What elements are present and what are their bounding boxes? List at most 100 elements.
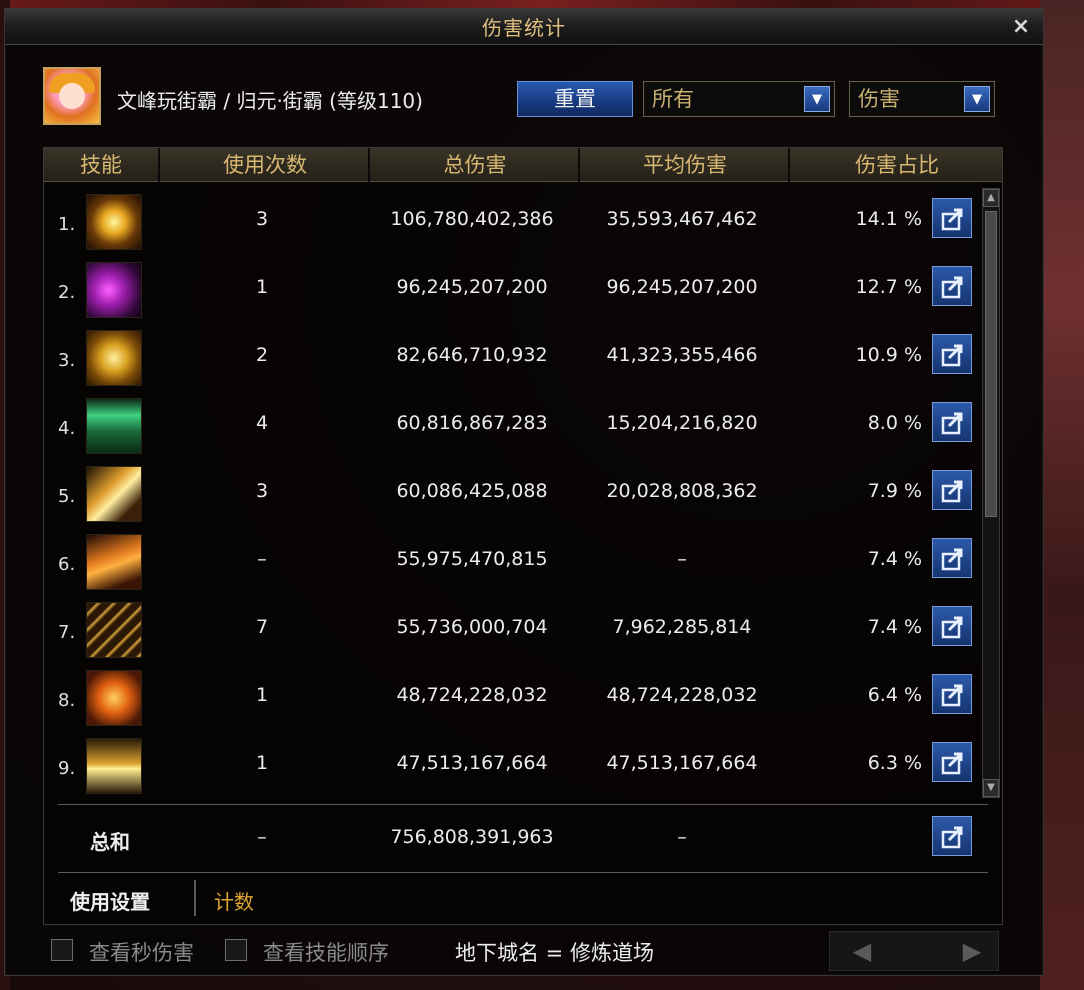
total-row: 总和 – 756,808,391,963 – (44, 810, 1002, 866)
damage-share-cell: 14.1 % (855, 208, 922, 230)
damage-share-cell: 8.0 % (867, 412, 922, 434)
column-header-skill: 技能 (44, 148, 160, 182)
total-damage-cell: 96,245,207,200 (396, 276, 548, 298)
damage-share-cell: 6.4 % (867, 684, 922, 706)
filter-dropdown-value: 所有 (652, 87, 694, 111)
share-icon[interactable] (932, 606, 972, 646)
total-damage-cell: 47,513,167,664 (396, 752, 548, 774)
table-row[interactable]: 4. 4 60,816,867,283 15,204,216,820 8.0 % (44, 396, 984, 464)
row-number: 5. (58, 486, 76, 507)
uses-cell: 7 (255, 616, 269, 638)
skill-icon (86, 330, 142, 386)
total-damage-cell: 60,086,425,088 (396, 480, 548, 502)
column-header-share: 伤害占比 (855, 153, 939, 177)
skill-order-checkbox-label[interactable]: 查看技能顺序 (263, 937, 389, 967)
average-damage-cell: 41,323,355,466 (606, 344, 758, 366)
scroll-thumb[interactable] (985, 211, 997, 517)
skill-order-checkbox[interactable] (225, 939, 247, 961)
table-row[interactable]: 8. 1 48,724,228,032 48,724,228,032 6.4 % (44, 668, 984, 736)
divider (58, 804, 988, 805)
share-icon[interactable] (932, 266, 972, 306)
column-header-total: 总伤害 (372, 148, 580, 182)
prev-page-icon[interactable]: ◀ (848, 937, 876, 965)
total-damage-cell: 55,975,470,815 (396, 548, 548, 570)
share-icon[interactable] (932, 742, 972, 782)
table-row[interactable]: 3. 2 82,646,710,932 41,323,355,466 10.9 … (44, 328, 984, 396)
column-header-average: 平均伤害 (582, 148, 790, 182)
table-row[interactable]: 9. 1 47,513,167,664 47,513,167,664 6.3 % (44, 736, 984, 804)
share-icon[interactable] (932, 538, 972, 578)
background-right (1040, 0, 1084, 990)
skill-icon (86, 602, 142, 658)
share-icon[interactable] (932, 816, 972, 856)
tab-separator (194, 880, 196, 916)
tab-count[interactable]: 计数 (214, 886, 254, 915)
skill-icon (86, 262, 142, 318)
uses-cell: 1 (255, 752, 269, 774)
uses-cell: 3 (255, 208, 269, 230)
close-icon[interactable]: × (1007, 13, 1035, 41)
row-number: 9. (58, 758, 76, 779)
share-icon[interactable] (932, 470, 972, 510)
chevron-down-icon[interactable]: ▼ (964, 86, 990, 112)
character-avatar (43, 67, 101, 125)
table-row[interactable]: 6. – 55,975,470,815 – 7.4 % (44, 532, 984, 600)
row-number: 3. (58, 350, 76, 371)
table-header: 技能 使用次数 总伤害 平均伤害 伤害占比 (44, 148, 1002, 182)
total-damage-cell: 48,724,228,032 (396, 684, 548, 706)
divider (58, 872, 988, 873)
total-average-cell: – (677, 826, 687, 848)
uses-cell: 1 (255, 276, 269, 298)
average-damage-cell: 47,513,167,664 (606, 752, 758, 774)
scroll-up-icon[interactable]: ▲ (983, 189, 999, 207)
damage-share-cell: 12.7 % (855, 276, 922, 298)
share-icon[interactable] (932, 402, 972, 442)
skill-icon (86, 738, 142, 794)
next-page-icon[interactable]: ▶ (958, 937, 986, 965)
uses-cell: 3 (255, 480, 269, 502)
skill-icon (86, 466, 142, 522)
reset-button[interactable]: 重置 (517, 81, 633, 117)
metric-dropdown[interactable]: 伤害 ▼ (849, 81, 995, 117)
damage-share-cell: 7.4 % (867, 548, 922, 570)
skill-icon (86, 194, 142, 250)
row-number: 7. (58, 622, 76, 643)
bottom-tabs: 使用设置 计数 (44, 874, 1002, 922)
dps-checkbox-label[interactable]: 查看秒伤害 (89, 937, 194, 967)
table-row[interactable]: 1. 3 106,780,402,386 35,593,467,462 14.1… (44, 192, 984, 260)
tab-settings[interactable]: 使用设置 (70, 886, 150, 915)
footer: 查看秒伤害 查看技能顺序 地下城名 = 修炼道场 ◀ ▶ (5, 927, 1043, 975)
table-row[interactable]: 7. 7 55,736,000,704 7,962,285,814 7.4 % (44, 600, 984, 668)
row-number: 2. (58, 282, 76, 303)
column-header-uses: 使用次数 (162, 148, 370, 182)
skill-icon (86, 670, 142, 726)
scroll-down-icon[interactable]: ▼ (983, 779, 999, 797)
table-row[interactable]: 5. 3 60,086,425,088 20,028,808,362 7.9 % (44, 464, 984, 532)
window-title: 伤害统计 (482, 16, 566, 40)
total-damage-cell: 55,736,000,704 (396, 616, 548, 638)
share-icon[interactable] (932, 334, 972, 374)
share-icon[interactable] (932, 198, 972, 238)
row-number: 6. (58, 554, 76, 575)
title-bar[interactable]: 伤害统计 × (5, 9, 1043, 45)
total-damage-cell: 82,646,710,932 (396, 344, 548, 366)
row-number: 4. (58, 418, 76, 439)
total-uses-cell: – (257, 826, 267, 848)
average-damage-cell: 35,593,467,462 (606, 208, 758, 230)
filter-dropdown[interactable]: 所有 ▼ (643, 81, 835, 117)
average-damage-cell: 7,962,285,814 (612, 616, 752, 638)
total-damage-cell: 106,780,402,386 (390, 208, 554, 230)
table-row[interactable]: 2. 1 96,245,207,200 96,245,207,200 12.7 … (44, 260, 984, 328)
total-damage-cell: 60,816,867,283 (396, 412, 548, 434)
average-damage-cell: 96,245,207,200 (606, 276, 758, 298)
dps-checkbox[interactable] (51, 939, 73, 961)
scrollbar[interactable]: ▲ ▼ (982, 188, 1000, 798)
row-number: 1. (58, 214, 76, 235)
uses-cell: – (257, 548, 267, 570)
row-number: 8. (58, 690, 76, 711)
damage-share-cell: 10.9 % (855, 344, 922, 366)
chevron-down-icon[interactable]: ▼ (804, 86, 830, 112)
share-icon[interactable] (932, 674, 972, 714)
uses-cell: 4 (255, 412, 269, 434)
metric-dropdown-value: 伤害 (858, 87, 900, 111)
